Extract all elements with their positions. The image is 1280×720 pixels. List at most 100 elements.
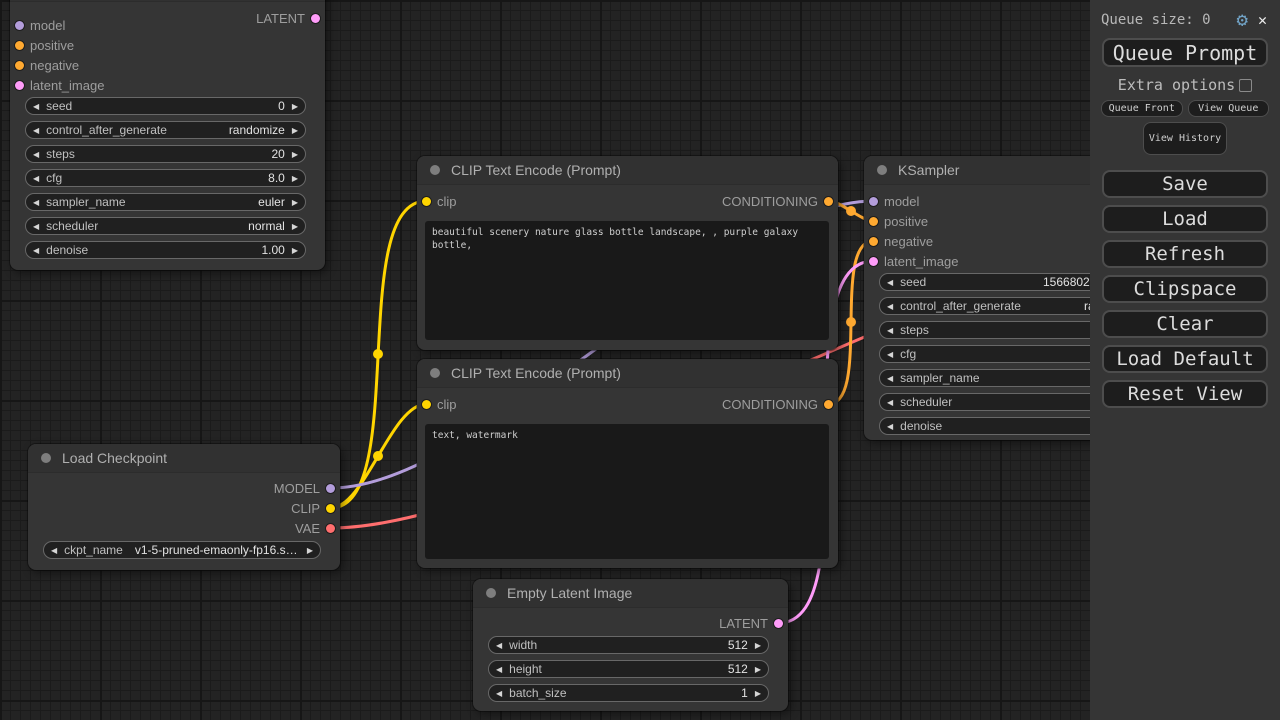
- widget-sampler-name[interactable]: ◀ sampler_name euler ▶: [25, 193, 306, 211]
- node-title-bar[interactable]: KSampler: [10, 0, 325, 2]
- output-port-vae[interactable]: VAE: [295, 521, 335, 535]
- input-port-positive[interactable]: positive: [15, 38, 74, 52]
- close-icon[interactable]: ✕: [1258, 11, 1267, 29]
- decrement-arrow-icon[interactable]: ◀: [489, 641, 509, 650]
- collapse-dot-icon[interactable]: [430, 165, 440, 175]
- widget-height[interactable]: ◀ height 512 ▶: [488, 660, 769, 678]
- decrement-arrow-icon[interactable]: ◀: [880, 302, 900, 311]
- increment-arrow-icon[interactable]: ▶: [285, 222, 305, 231]
- decrement-arrow-icon[interactable]: ◀: [26, 174, 46, 183]
- port-dot-conditioning[interactable]: [824, 400, 833, 409]
- save-button[interactable]: Save: [1102, 170, 1268, 198]
- decrement-arrow-icon[interactable]: ◀: [26, 150, 46, 159]
- decrement-arrow-icon[interactable]: ◀: [26, 246, 46, 255]
- prev-option-arrow-icon[interactable]: ◀: [44, 546, 64, 555]
- input-port-latent-image[interactable]: latent_image: [15, 78, 104, 92]
- decrement-arrow-icon[interactable]: ◀: [880, 422, 900, 431]
- output-port-conditioning[interactable]: CONDITIONING: [722, 194, 833, 208]
- port-dot-clip[interactable]: [422, 197, 431, 206]
- increment-arrow-icon[interactable]: ▶: [285, 102, 305, 111]
- decrement-arrow-icon[interactable]: ◀: [26, 198, 46, 207]
- port-dot-model-out[interactable]: [326, 484, 335, 493]
- decrement-arrow-icon[interactable]: ◀: [880, 326, 900, 335]
- port-dot-clip[interactable]: [422, 400, 431, 409]
- queue-front-button[interactable]: Queue Front: [1101, 100, 1183, 117]
- port-dot-negative[interactable]: [15, 61, 24, 70]
- output-port-latent[interactable]: LATENT: [719, 616, 783, 630]
- node-clip-text-encode-negative[interactable]: CLIP Text Encode (Prompt) clip CONDITION…: [417, 359, 838, 568]
- increment-arrow-icon[interactable]: ▶: [748, 689, 768, 698]
- input-port-model[interactable]: model: [15, 18, 65, 32]
- node-title-bar[interactable]: CLIP Text Encode (Prompt): [417, 156, 838, 185]
- collapse-dot-icon[interactable]: [486, 588, 496, 598]
- port-dot-latent-out[interactable]: [774, 619, 783, 628]
- node-title-bar[interactable]: CLIP Text Encode (Prompt): [417, 359, 838, 388]
- port-dot-negative[interactable]: [869, 237, 878, 246]
- queue-prompt-button[interactable]: Queue Prompt: [1102, 38, 1268, 67]
- extra-options-checkbox[interactable]: [1239, 79, 1252, 92]
- decrement-arrow-icon[interactable]: ◀: [880, 350, 900, 359]
- clipspace-button[interactable]: Clipspace: [1102, 275, 1268, 303]
- refresh-button[interactable]: Refresh: [1102, 240, 1268, 268]
- increment-arrow-icon[interactable]: ▶: [748, 641, 768, 650]
- increment-arrow-icon[interactable]: ▶: [285, 246, 305, 255]
- reset-view-button[interactable]: Reset View: [1102, 380, 1268, 408]
- widget-scheduler[interactable]: ◀ scheduler normal ▶: [25, 217, 306, 235]
- port-dot-positive[interactable]: [869, 217, 878, 226]
- node-title-bar[interactable]: Load Checkpoint: [28, 444, 340, 473]
- increment-arrow-icon[interactable]: ▶: [285, 126, 305, 135]
- view-queue-button[interactable]: View Queue: [1188, 100, 1270, 117]
- input-port-negative[interactable]: negative: [15, 58, 79, 72]
- output-port-clip[interactable]: CLIP: [291, 501, 335, 515]
- node-empty-latent-image[interactable]: Empty Latent Image LATENT ◀ width 512 ▶ …: [473, 579, 788, 711]
- input-port-latent-image[interactable]: latent_image: [869, 254, 958, 268]
- decrement-arrow-icon[interactable]: ◀: [489, 665, 509, 674]
- input-port-negative[interactable]: negative: [869, 234, 933, 248]
- port-dot-positive[interactable]: [15, 41, 24, 50]
- prompt-textarea[interactable]: text, watermark: [425, 424, 829, 559]
- output-port-model[interactable]: MODEL: [274, 481, 335, 495]
- clear-button[interactable]: Clear: [1102, 310, 1268, 338]
- decrement-arrow-icon[interactable]: ◀: [489, 689, 509, 698]
- widget-batch-size[interactable]: ◀ batch_size 1 ▶: [488, 684, 769, 702]
- port-dot-vae-out[interactable]: [326, 524, 335, 533]
- collapse-dot-icon[interactable]: [877, 165, 887, 175]
- load-button[interactable]: Load: [1102, 205, 1268, 233]
- node-ksampler-left[interactable]: KSampler model positive negative latent_…: [10, 0, 325, 270]
- widget-width[interactable]: ◀ width 512 ▶: [488, 636, 769, 654]
- decrement-arrow-icon[interactable]: ◀: [26, 102, 46, 111]
- output-port-conditioning[interactable]: CONDITIONING: [722, 397, 833, 411]
- widget-steps[interactable]: ◀ steps 20 ▶: [25, 145, 306, 163]
- decrement-arrow-icon[interactable]: ◀: [880, 278, 900, 287]
- view-history-button[interactable]: View History: [1143, 122, 1227, 155]
- input-port-model[interactable]: model: [869, 194, 919, 208]
- port-dot-latent-out[interactable]: [311, 14, 320, 23]
- widget-denoise[interactable]: ◀ denoise 1.00 ▶: [25, 241, 306, 259]
- decrement-arrow-icon[interactable]: ◀: [26, 126, 46, 135]
- next-option-arrow-icon[interactable]: ▶: [300, 546, 320, 555]
- port-dot-model[interactable]: [869, 197, 878, 206]
- prompt-textarea[interactable]: beautiful scenery nature glass bottle la…: [425, 221, 829, 340]
- settings-gear-icon[interactable]: ⚙: [1237, 11, 1248, 29]
- load-default-button[interactable]: Load Default: [1102, 345, 1268, 373]
- widget-control-after-generate[interactable]: ◀ control_after_generate randomize ▶: [25, 121, 306, 139]
- port-dot-latent-image[interactable]: [869, 257, 878, 266]
- node-clip-text-encode-positive[interactable]: CLIP Text Encode (Prompt) clip CONDITION…: [417, 156, 838, 350]
- node-title-bar[interactable]: Empty Latent Image: [473, 579, 788, 608]
- port-dot-clip-out[interactable]: [326, 504, 335, 513]
- increment-arrow-icon[interactable]: ▶: [748, 665, 768, 674]
- output-port-latent[interactable]: LATENT: [256, 11, 320, 25]
- increment-arrow-icon[interactable]: ▶: [285, 198, 305, 207]
- node-load-checkpoint[interactable]: Load Checkpoint MODEL CLIP VAE ◀ ckpt_na…: [28, 444, 340, 570]
- increment-arrow-icon[interactable]: ▶: [285, 150, 305, 159]
- collapse-dot-icon[interactable]: [41, 453, 51, 463]
- input-port-positive[interactable]: positive: [869, 214, 928, 228]
- widget-cfg[interactable]: ◀ cfg 8.0 ▶: [25, 169, 306, 187]
- port-dot-model[interactable]: [15, 21, 24, 30]
- port-dot-conditioning[interactable]: [824, 197, 833, 206]
- decrement-arrow-icon[interactable]: ◀: [880, 398, 900, 407]
- increment-arrow-icon[interactable]: ▶: [285, 174, 305, 183]
- input-port-clip[interactable]: clip: [422, 397, 457, 411]
- port-dot-latent-image[interactable]: [15, 81, 24, 90]
- collapse-dot-icon[interactable]: [430, 368, 440, 378]
